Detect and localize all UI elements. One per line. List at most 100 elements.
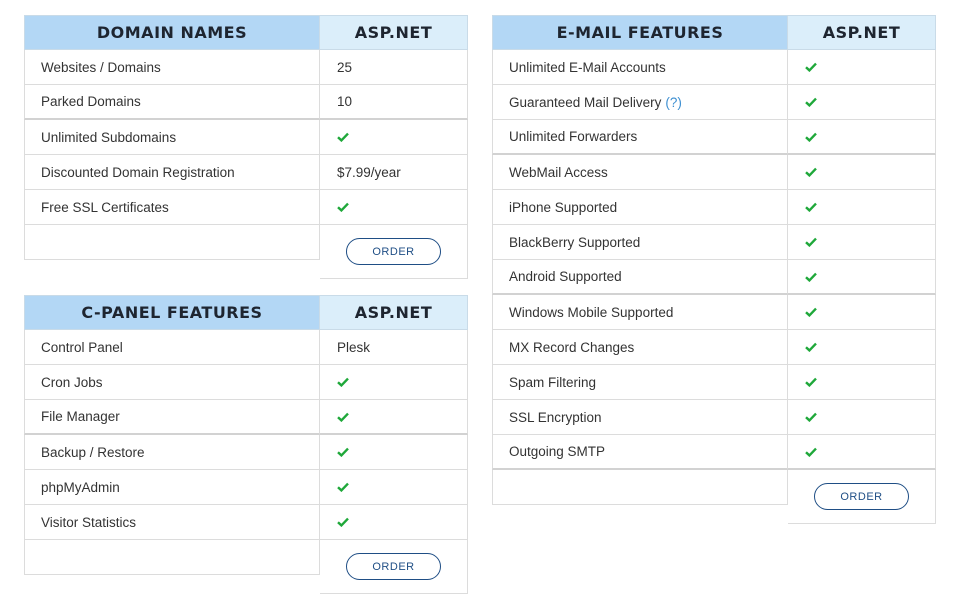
feature-value bbox=[788, 400, 936, 435]
table-footer: ORDER bbox=[24, 225, 468, 279]
check-icon bbox=[805, 167, 817, 177]
feature-label: Windows Mobile Supported bbox=[492, 295, 788, 330]
table-row: Websites / Domains 25 bbox=[24, 50, 468, 85]
check-icon bbox=[805, 97, 817, 107]
table-footer: ORDER bbox=[24, 540, 468, 594]
table-row: iPhone Supported bbox=[492, 190, 936, 225]
feature-value bbox=[320, 120, 468, 155]
table-row: BlackBerry Supported bbox=[492, 225, 936, 260]
feature-value bbox=[788, 365, 936, 400]
footer-blank-cell bbox=[24, 540, 320, 575]
order-button[interactable]: ORDER bbox=[346, 238, 441, 265]
email-features-table: E-MAIL FEATURES ASP.NET Unlimited E-Mail… bbox=[492, 15, 936, 524]
table-row: Free SSL Certificates bbox=[24, 190, 468, 225]
feature-label: Websites / Domains bbox=[24, 50, 320, 85]
feature-value bbox=[788, 260, 936, 295]
feature-value bbox=[320, 505, 468, 540]
section-title: C-PANEL FEATURES bbox=[24, 295, 320, 330]
order-button[interactable]: ORDER bbox=[814, 483, 909, 510]
feature-label: Unlimited Subdomains bbox=[24, 120, 320, 155]
table-footer: ORDER bbox=[492, 470, 936, 524]
footer-order-cell: ORDER bbox=[320, 225, 468, 279]
table-header: DOMAIN NAMES ASP.NET bbox=[24, 15, 468, 50]
check-icon bbox=[805, 307, 817, 317]
footer-blank-cell bbox=[492, 470, 788, 505]
table-row: Android Supported bbox=[492, 260, 936, 295]
feature-label: Control Panel bbox=[24, 330, 320, 365]
check-icon bbox=[337, 202, 349, 212]
footer-blank-cell bbox=[24, 225, 320, 260]
feature-label: SSL Encryption bbox=[492, 400, 788, 435]
feature-value bbox=[788, 155, 936, 190]
feature-label: Unlimited Forwarders bbox=[492, 120, 788, 155]
table-row: WebMail Access bbox=[492, 155, 936, 190]
feature-value: $7.99/year bbox=[320, 155, 468, 190]
cpanel-features-table: C-PANEL FEATURES ASP.NET Control Panel P… bbox=[24, 295, 468, 594]
feature-value bbox=[788, 120, 936, 155]
table-row: Outgoing SMTP bbox=[492, 435, 936, 470]
table-row: Visitor Statistics bbox=[24, 505, 468, 540]
check-icon bbox=[337, 447, 349, 457]
plan-title: ASP.NET bbox=[320, 15, 468, 50]
feature-value bbox=[788, 190, 936, 225]
feature-label: MX Record Changes bbox=[492, 330, 788, 365]
check-icon bbox=[805, 237, 817, 247]
footer-order-cell: ORDER bbox=[320, 540, 468, 594]
table-row: Spam Filtering bbox=[492, 365, 936, 400]
check-icon bbox=[805, 202, 817, 212]
domain-names-table: DOMAIN NAMES ASP.NET Websites / Domains … bbox=[24, 15, 468, 279]
feature-label: Spam Filtering bbox=[492, 365, 788, 400]
section-title: DOMAIN NAMES bbox=[24, 15, 320, 50]
feature-value bbox=[320, 365, 468, 400]
feature-value bbox=[320, 435, 468, 470]
check-icon bbox=[805, 272, 817, 282]
table-row: File Manager bbox=[24, 400, 468, 435]
check-icon bbox=[337, 412, 349, 422]
feature-value bbox=[788, 225, 936, 260]
check-icon bbox=[337, 517, 349, 527]
table-row: phpMyAdmin bbox=[24, 470, 468, 505]
table-row: Windows Mobile Supported bbox=[492, 295, 936, 330]
order-button[interactable]: ORDER bbox=[346, 553, 441, 580]
section-title: E-MAIL FEATURES bbox=[492, 15, 788, 50]
check-icon bbox=[805, 447, 817, 457]
feature-value bbox=[788, 85, 936, 120]
table-row: Unlimited Subdomains bbox=[24, 120, 468, 155]
help-link[interactable]: (?) bbox=[665, 95, 682, 110]
check-icon bbox=[805, 342, 817, 352]
table-row: Guaranteed Mail Delivery (?) bbox=[492, 85, 936, 120]
table-row: Unlimited Forwarders bbox=[492, 120, 936, 155]
feature-value bbox=[788, 435, 936, 470]
feature-label: Parked Domains bbox=[24, 85, 320, 120]
table-row: Cron Jobs bbox=[24, 365, 468, 400]
table-row: Discounted Domain Registration $7.99/yea… bbox=[24, 155, 468, 190]
feature-label: iPhone Supported bbox=[492, 190, 788, 225]
feature-label: WebMail Access bbox=[492, 155, 788, 190]
feature-label: Outgoing SMTP bbox=[492, 435, 788, 470]
feature-label: Free SSL Certificates bbox=[24, 190, 320, 225]
feature-value bbox=[788, 295, 936, 330]
feature-label: Unlimited E-Mail Accounts bbox=[492, 50, 788, 85]
feature-label: Android Supported bbox=[492, 260, 788, 295]
check-icon bbox=[805, 132, 817, 142]
feature-value: 25 bbox=[320, 50, 468, 85]
table-row: Backup / Restore bbox=[24, 435, 468, 470]
feature-value bbox=[788, 50, 936, 85]
table-header: C-PANEL FEATURES ASP.NET bbox=[24, 295, 468, 330]
check-icon bbox=[805, 62, 817, 72]
plan-title: ASP.NET bbox=[788, 15, 936, 50]
feature-value bbox=[320, 470, 468, 505]
footer-order-cell: ORDER bbox=[788, 470, 936, 524]
feature-value: 10 bbox=[320, 85, 468, 120]
feature-label: Backup / Restore bbox=[24, 435, 320, 470]
feature-label: Guaranteed Mail Delivery bbox=[509, 94, 662, 110]
feature-value bbox=[320, 190, 468, 225]
check-icon bbox=[337, 482, 349, 492]
feature-value bbox=[320, 400, 468, 435]
feature-label-with-help: Guaranteed Mail Delivery (?) bbox=[492, 85, 788, 120]
table-row: MX Record Changes bbox=[492, 330, 936, 365]
table-row: Unlimited E-Mail Accounts bbox=[492, 50, 936, 85]
feature-label: Cron Jobs bbox=[24, 365, 320, 400]
feature-label: Visitor Statistics bbox=[24, 505, 320, 540]
feature-value: Plesk bbox=[320, 330, 468, 365]
